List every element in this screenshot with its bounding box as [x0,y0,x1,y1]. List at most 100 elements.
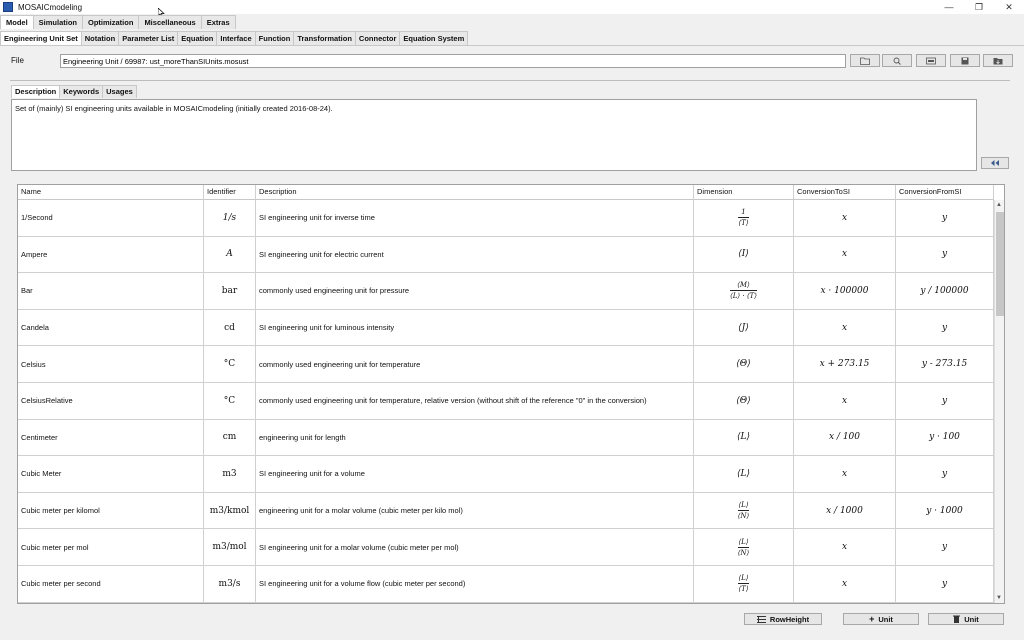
close-button[interactable]: ✕ [994,0,1024,14]
tab-equation-system[interactable]: Equation System [399,31,469,45]
collapse-button[interactable] [981,157,1009,169]
tab-equation[interactable]: Equation [177,31,218,45]
cell-name: Ampere [18,236,204,273]
cell-description: SI engineering unit for a molar volume (… [256,529,694,565]
scroll-down-icon[interactable]: ▼ [996,595,1002,601]
minimize-button[interactable]: — [934,0,964,14]
tab-description[interactable]: Description [11,85,61,98]
tab-notation[interactable]: Notation [80,31,120,45]
cell-identifier: 1/s [204,200,256,236]
cell-name: Candela [18,309,204,346]
table-row[interactable]: Cubic meter per mol m3/mol SI engineerin… [18,529,994,566]
tab-miscellaneous[interactable]: Miscellaneous [138,15,202,29]
folder-arrow-icon [993,57,1003,64]
fraction-denominator: ⟨N⟩ [737,512,750,521]
table-row[interactable]: Cubic Meter m3 SI engineering unit for a… [18,456,994,493]
table-row[interactable]: Candela cd SI engineering unit for lumin… [18,309,994,347]
scroll-up-icon[interactable]: ▲ [996,202,1002,208]
tab-extras[interactable]: Extras [200,15,236,29]
cell-dimension: 1 ⟨T⟩ [694,200,794,236]
column-header-dimension[interactable]: Dimension [694,185,794,200]
cell-conversion-to-si: x [794,382,896,419]
column-header-conversion-from-si[interactable]: ConversionFromSI [896,185,994,200]
cell-dimension: ⟨Θ⟩ [694,382,794,419]
dimension-fraction: ⟨L⟩ ⟨N⟩ [737,501,750,521]
model-sub-tabs: Engineering Unit Set Notation Parameter … [0,31,469,45]
restore-button[interactable]: ❐ [964,0,994,14]
fraction-denominator: ⟨L⟩ · ⟨T⟩ [730,292,757,301]
tab-interface[interactable]: Interface [216,31,256,45]
row-height-label: RowHeight [769,614,810,624]
tab-transformation[interactable]: Transformation [293,31,356,45]
cell-conversion-from-si: y [896,456,994,492]
file-path-field[interactable] [60,54,846,68]
tab-connector[interactable]: Connector [354,31,401,45]
title-bar: MOSAICmodeling — ❐ ✕ [0,0,1024,14]
column-header-description[interactable]: Description [256,185,694,200]
cell-dimension: ⟨I⟩ [694,236,794,273]
delete-unit-label: Unit [964,614,979,624]
fraction-numerator: ⟨M⟩ [737,281,750,290]
cell-description: SI engineering unit for electric current [256,236,694,273]
cell-conversion-to-si: x / 1000 [794,492,896,529]
cell-identifier: A [204,236,256,273]
cell-dimension: ⟨L⟩ ⟨T⟩ [694,565,794,602]
delete-unit-button[interactable]: Unit [928,613,1004,625]
table-row[interactable]: Celsius °C commonly used engineering uni… [18,346,994,383]
cell-name: Cubic meter per kilomol [18,492,204,529]
cell-description: engineering unit for length [256,419,694,456]
table-row[interactable]: Centimeter cm engineering unit for lengt… [18,419,994,457]
cell-identifier: m3 [204,456,256,492]
fraction-numerator: ⟨L⟩ [738,574,749,583]
plus-icon: + [869,614,875,624]
file-label: File [11,56,24,65]
vertical-scrollbar[interactable]: ▲ ▼ [994,200,1004,603]
add-unit-label: Unit [878,614,893,624]
fraction-denominator: ⟨T⟩ [738,219,749,228]
table-row[interactable]: Cubic meter per kilomol m3/kmol engineer… [18,492,994,530]
tab-function[interactable]: Function [254,31,295,45]
tab-optimization[interactable]: Optimization [82,15,140,29]
cell-name: Centimeter [18,419,204,456]
cell-dimension: ⟨Θ⟩ [694,346,794,382]
table-row[interactable]: Cubic meter per second m3/s SI engineeri… [18,565,994,603]
fraction-denominator: ⟨N⟩ [737,548,750,557]
dimension-fraction: ⟨L⟩ ⟨N⟩ [737,538,750,557]
cell-description: engineering unit for a molar volume (cub… [256,492,694,529]
save-button[interactable] [950,54,980,67]
cell-conversion-from-si: y [896,565,994,602]
cell-conversion-from-si: y - 273.15 [896,346,994,382]
column-header-identifier[interactable]: Identifier [204,185,256,200]
cell-description: SI engineering unit for a volume [256,456,694,492]
tab-simulation[interactable]: Simulation [32,15,84,29]
list-lines-icon [756,615,766,623]
cell-conversion-from-si: y [896,309,994,346]
dimension-fraction: ⟨M⟩ ⟨L⟩ · ⟨T⟩ [730,281,757,300]
details-button[interactable] [916,54,946,67]
add-unit-button[interactable]: + Unit [843,613,919,625]
export-button[interactable] [983,54,1013,67]
table-row[interactable]: Ampere A SI engineering unit for electri… [18,236,994,274]
cell-description: commonly used engineering unit for press… [256,273,694,309]
table-row[interactable]: 1/Second 1/s SI engineering unit for inv… [18,200,994,237]
description-textarea[interactable]: Set of (mainly) SI engineering units ava… [11,99,977,171]
tab-engineering-unit-set[interactable]: Engineering Unit Set [0,31,82,45]
cell-name: Cubic meter per second [18,565,204,602]
search-icon [893,57,901,65]
cell-identifier: m3/mol [204,529,256,565]
table-row[interactable]: Bar bar commonly used engineering unit f… [18,273,994,310]
tab-keywords[interactable]: Keywords [59,85,104,98]
table-row[interactable]: CelsiusRelative °C commonly used enginee… [18,382,994,420]
tab-model[interactable]: Model [0,15,34,29]
cell-conversion-from-si: y · 1000 [896,492,994,529]
row-height-button[interactable]: RowHeight [744,613,822,625]
section-separator [10,80,1010,81]
column-header-conversion-to-si[interactable]: ConversionToSI [794,185,896,200]
tab-parameter-list[interactable]: Parameter List [118,31,179,45]
tab-usages[interactable]: Usages [102,85,137,98]
window-title: MOSAICmodeling [18,2,83,12]
scrollbar-thumb[interactable] [996,212,1004,316]
open-folder-button[interactable] [850,54,880,67]
column-header-name[interactable]: Name [18,185,204,200]
search-button[interactable] [882,54,912,67]
